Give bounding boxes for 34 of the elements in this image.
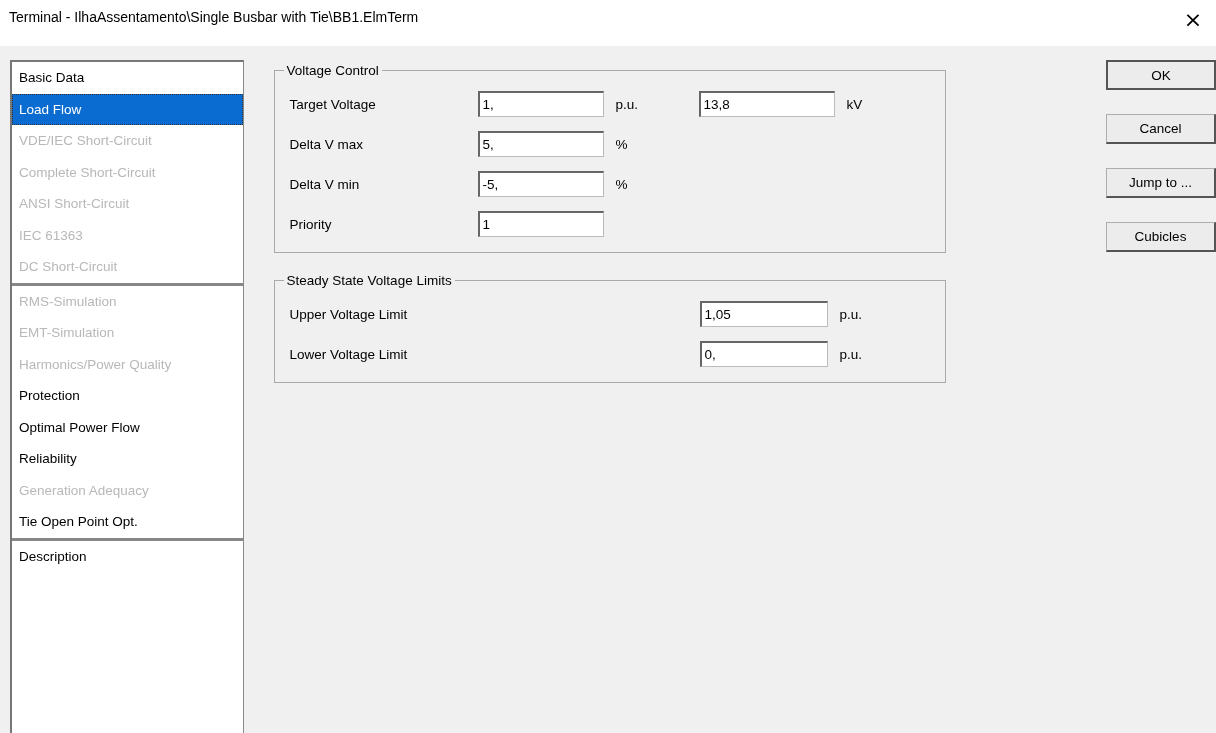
input-field[interactable]: 5, [477,131,604,157]
dialog-button[interactable]: Cancel [1106,114,1216,144]
dialog-button[interactable]: Cubicles [1106,222,1216,252]
field-label: Priority [289,216,333,232]
sidebar-item[interactable]: Description [12,540,243,572]
input-field[interactable]: 1, [477,91,604,117]
sidebar-item[interactable]: Protection [12,380,243,412]
close-button[interactable]: × [1170,0,1216,39]
group-title: Steady State Voltage Limits [285,273,453,288]
unit-label: % [614,136,629,152]
field-label: Delta V min [289,176,361,192]
input-field[interactable]: 0, [699,341,828,367]
sidebar-item[interactable]: Reliability [12,443,243,475]
dialog-button[interactable]: Jump to ... [1106,168,1216,198]
unit-label: kV [845,96,864,112]
unit-label: p.u. [838,346,864,362]
window-title: Terminal - IlhaAssentamento\Single Busbar with Tie\BB1.ElmTerm [9,9,419,25]
dialog-button[interactable]: OK [1106,60,1216,90]
group-title: Voltage Control [285,63,380,78]
input-field[interactable]: 1,05 [699,301,828,327]
field-label: Upper Voltage Limit [289,306,409,322]
sidebar-item[interactable]: Basic Data [12,62,243,94]
field-label: Target Voltage [289,96,377,112]
field-label: Lower Voltage Limit [289,346,409,362]
unit-label: p.u. [838,306,864,322]
input-field[interactable]: 13,8 [698,91,835,117]
sidebar-item[interactable]: Optimal Power Flow [12,411,243,443]
input-field[interactable]: 1 [477,211,604,237]
unit-label: p.u. [614,96,640,112]
unit-label: % [614,176,629,192]
field-label: Delta V max [289,136,365,152]
sidebar-item[interactable]: Load Flow [12,93,243,125]
input-field[interactable]: -5, [477,171,604,197]
sidebar-item[interactable]: Tie Open Point Opt. [12,506,243,538]
